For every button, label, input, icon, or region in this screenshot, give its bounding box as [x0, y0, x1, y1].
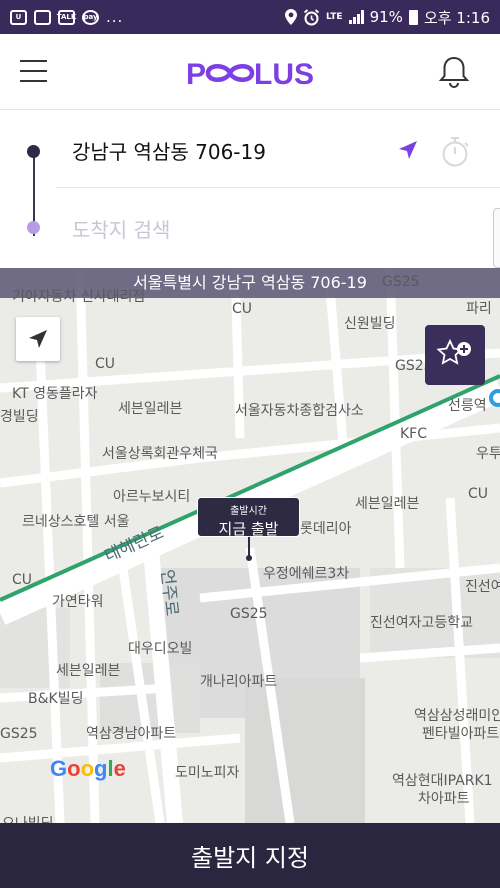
map-view[interactable]: 서울특별시 강남구 역삼동 706-19 기아자동차 신사대리점 GS25 CU…	[0, 268, 500, 823]
google-logo: Google	[50, 756, 126, 781]
label-jinseon: 진선여	[465, 579, 500, 595]
image-icon	[34, 9, 51, 25]
star-plus-icon	[436, 338, 471, 365]
battery-icon	[408, 9, 418, 25]
notification-icons: U TALK pay ...	[10, 8, 285, 26]
destination-search-input[interactable]: 도착지 검색	[72, 214, 170, 243]
label-inspection: 서울자동차종합검사소	[235, 403, 364, 419]
label-samsung: 역삼삼성래미안	[414, 708, 500, 724]
route-panel: 강남구 역삼동 706-19 도착지 검색	[0, 110, 500, 268]
label-pental: 펜타빌아파트	[422, 726, 500, 742]
more-notifications: ...	[106, 8, 124, 26]
location-arrow-icon	[29, 330, 47, 348]
label-shinwon: 신원빌딩	[344, 316, 396, 332]
signal-icon	[348, 10, 364, 24]
origin-address[interactable]: 강남구 역삼동 706-19	[72, 136, 266, 165]
label-arnu: 아르누보시티	[113, 489, 191, 505]
alarm-icon	[303, 8, 320, 25]
label-paris: 파리	[466, 301, 492, 317]
label-cu-1: CU	[232, 301, 253, 317]
label-gaenari: 개나리아파트	[200, 674, 278, 690]
label-kyung: 경빌딩	[0, 409, 39, 425]
route-divider	[56, 187, 500, 188]
add-favorite-button[interactable]	[425, 325, 485, 385]
u-icon: U	[10, 9, 27, 25]
label-chapart: 차아파트	[418, 791, 470, 807]
label-woojung: 우정에쉐르3차	[263, 566, 350, 582]
label-seolleung: 선릉역	[448, 398, 487, 414]
stopwatch-icon[interactable]	[440, 136, 470, 168]
origin-dot	[27, 145, 40, 158]
label-seven-2: 세븐일레븐	[355, 496, 420, 512]
label-cu-2: CU	[95, 356, 116, 372]
talk-icon: TALK	[57, 9, 76, 25]
pin-value: 지금 출발	[218, 520, 279, 538]
label-gs25-4: GS25	[0, 726, 38, 742]
label-gs25-top: GS25	[382, 274, 420, 290]
pay-icon: pay	[82, 9, 99, 25]
label-kfc: KFC	[400, 426, 428, 442]
app-header: P LUS	[0, 34, 500, 110]
pin-stem	[248, 537, 250, 557]
side-drawer-handle[interactable]	[493, 208, 500, 268]
svg-text:P: P	[186, 58, 206, 90]
label-bk: B&K빌딩	[28, 691, 84, 707]
label-renaissance: 르네상스호텔 서울	[22, 514, 130, 530]
label-lotteria: 롯데리아	[300, 521, 352, 537]
status-bar: U TALK pay ... LTE 91% 오후 1:16	[0, 0, 500, 34]
label-kt: KT 영동플라자	[12, 386, 98, 402]
menu-button[interactable]	[20, 60, 47, 82]
system-icons: LTE 91% 오후 1:16	[285, 7, 490, 28]
network-type: LTE	[326, 11, 343, 22]
label-cu-4: CU	[12, 572, 33, 588]
notification-bell-icon[interactable]	[438, 55, 470, 89]
label-cu-3: CU	[468, 486, 489, 502]
label-hyundai: 역삼현대IPARK1	[392, 773, 493, 789]
label-eonjuro: 언주로	[156, 568, 182, 618]
destination-dot	[27, 221, 40, 234]
label-seven-3: 세븐일레븐	[56, 663, 121, 679]
label-domino: 도미노피자	[175, 765, 240, 781]
label-daewoo: 대우디오빌	[128, 641, 193, 657]
poolus-logo: P LUS	[186, 58, 314, 90]
current-location-button[interactable]	[16, 317, 60, 361]
pin-caption: 출발시간	[230, 506, 267, 517]
pin-point	[246, 555, 252, 561]
label-gayeon: 가연타워	[52, 594, 104, 610]
departure-time-pin[interactable]: 출발시간 지금 출발	[197, 497, 300, 538]
label-jinseon-high: 진선여자고등학교	[370, 615, 474, 631]
label-post: 서울상록회관우체국	[102, 446, 218, 462]
label-gias: 기아자동차 신사대리점	[12, 289, 146, 305]
label-gs25-3: GS25	[230, 606, 268, 622]
clock: 오후 1:16	[423, 8, 490, 27]
label-woo: 우투	[476, 446, 500, 462]
menu-icon	[20, 60, 47, 62]
navigation-arrow-icon[interactable]	[398, 140, 418, 160]
set-origin-button[interactable]: 출발지 지정	[0, 823, 500, 888]
label-bottom: 으나빌딩	[2, 813, 54, 823]
label-seven-1: 세븐일레븐	[118, 401, 183, 417]
battery-percent: 91%	[369, 8, 403, 26]
label-gyeongnam: 역삼경남아파트	[86, 726, 177, 742]
location-icon	[285, 9, 298, 25]
svg-text:LUS: LUS	[254, 58, 314, 90]
